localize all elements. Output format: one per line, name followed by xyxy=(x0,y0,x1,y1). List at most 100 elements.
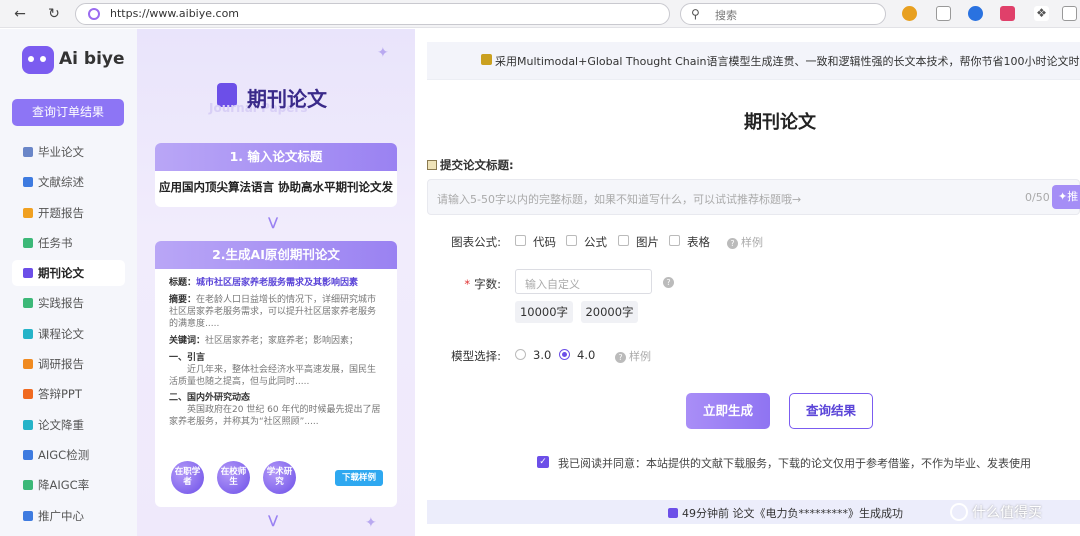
sidebar-item-label: 开题报告 xyxy=(38,205,84,220)
promote-icon xyxy=(23,510,33,521)
agree-text: 我已阅读并同意：本站提供的文献下载服务，下载的论文仅用于参考借鉴，不作为毕业、发… xyxy=(558,457,1031,470)
word-chip-20000[interactable]: 20000字 xyxy=(581,301,638,323)
model-3-radio[interactable] xyxy=(515,349,526,360)
step2-card: 2.生成AI原创期刊论文 标题：城市社区居家养老服务需求及其影响因素 摘要：在老… xyxy=(155,241,397,507)
sidebar-item-label: 实践报告 xyxy=(38,296,84,311)
step1-title: 1. 输入论文标题 xyxy=(155,143,397,171)
sidebar-item-0[interactable]: 毕业论文 xyxy=(12,139,125,165)
word-chip-10000[interactable]: 10000字 xyxy=(515,301,573,323)
step2-title: 2.生成AI原创期刊论文 xyxy=(155,241,397,269)
extension-icon[interactable] xyxy=(902,6,917,21)
page-title: 期刊论文 xyxy=(744,112,816,133)
puzzle-icon[interactable]: ❖ xyxy=(1034,6,1049,21)
sample-section-1: 一、引言 xyxy=(169,353,206,363)
query-result-button[interactable]: 查询结果 xyxy=(789,393,873,429)
chart-formula-label: 图表公式: xyxy=(451,235,501,249)
sidebar-item-5[interactable]: 实践报告 xyxy=(12,290,125,316)
query-order-button[interactable]: 查询订单结果 xyxy=(12,99,124,126)
sidebar-item-3[interactable]: 任务书 xyxy=(12,230,125,256)
title-label-text: 提交论文标题: xyxy=(440,158,514,172)
image-checkbox[interactable] xyxy=(618,235,629,246)
generate-button[interactable]: 立即生成 xyxy=(686,393,770,429)
recommend-title-button[interactable]: ✦推 xyxy=(1052,185,1080,209)
tabs-icon[interactable] xyxy=(1062,6,1077,21)
sidebar-item-11[interactable]: 降AIGC率 xyxy=(12,472,125,498)
formula-checkbox[interactable] xyxy=(566,235,577,246)
chevron-down-icon: ⋁ xyxy=(268,215,279,229)
step1-card: 1. 输入论文标题 应用国内顶尖算法语言 协助高水平期刊论文发表 xyxy=(155,143,397,207)
sidebar-item-4[interactable]: 期刊论文 xyxy=(12,260,125,287)
megaphone-icon xyxy=(481,54,492,65)
watermark: 什么值得买 xyxy=(950,502,1042,522)
sidebar-item-label: 降AIGC率 xyxy=(38,478,90,493)
logo-text: Ai biye xyxy=(59,49,125,69)
sidebar-item-9[interactable]: 论文降重 xyxy=(12,412,125,438)
chart-example-link[interactable]: ? 样例 xyxy=(727,234,763,250)
bubble-scholars: 在职学者 xyxy=(171,461,204,494)
sidebar-item-label: 论文降重 xyxy=(38,417,84,432)
ticker-text: 49分钟前 论文《电力负*********》生成成功 xyxy=(682,507,903,520)
model-3-label: 3.0 xyxy=(533,348,552,362)
code-checkbox[interactable] xyxy=(515,235,526,246)
sidebar-item-1[interactable]: 文献综述 xyxy=(12,169,125,195)
promo-banner: Journal Papers 期刊论文 xyxy=(209,81,337,115)
sidebar-item-label: 答辩PPT xyxy=(38,387,82,402)
help-icon-3: ? xyxy=(615,352,626,363)
sample-abstract-key: 摘要： xyxy=(169,295,197,305)
banner-title: 期刊论文 xyxy=(247,87,327,111)
help-icon-2: ? xyxy=(663,277,674,288)
search-placeholder: 搜索 xyxy=(715,9,737,22)
promo-panel: ✦ Journal Papers 期刊论文 1. 输入论文标题 应用国内顶尖算法… xyxy=(137,29,415,536)
sidebar-item-8[interactable]: 答辩PPT xyxy=(12,381,125,407)
sparkle-icon-2: ✦ xyxy=(365,515,377,531)
word-count-input[interactable]: 输入自定义 xyxy=(515,269,652,294)
sidebar: Ai biye 查询订单结果 毕业论文文献综述开题报告任务书期刊论文实践报告课程… xyxy=(0,29,137,536)
journal-icon xyxy=(23,268,33,279)
graduation-cap-icon xyxy=(23,147,33,157)
refresh-icon[interactable]: ↻ xyxy=(44,4,64,24)
agree-checkbox[interactable]: ✓ xyxy=(537,456,549,468)
page-icon[interactable] xyxy=(936,6,951,21)
notice-text: 采用Multimodal+Global Thought Chain语言模型生成连… xyxy=(495,55,1080,68)
aigc-detect-icon xyxy=(23,449,33,460)
sidebar-item-7[interactable]: 调研报告 xyxy=(12,351,125,377)
formula-label: 公式 xyxy=(584,235,607,249)
model-example-link[interactable]: ? 样例 xyxy=(615,348,651,364)
chart-example-text: 样例 xyxy=(741,236,763,249)
model-label: 模型选择: xyxy=(451,349,501,363)
ppt-icon xyxy=(23,389,33,400)
title-input[interactable]: 请输入5-50字以内的完整标题，如果不知道写什么，可以试试推荐标题哦→ 0/50… xyxy=(427,179,1080,215)
sidebar-item-2[interactable]: 开题报告 xyxy=(12,200,125,226)
image-label: 图片 xyxy=(636,235,659,249)
sidebar-item-label: 调研报告 xyxy=(38,357,84,372)
extension-icon-2[interactable] xyxy=(1000,6,1015,21)
sample-abstract: 在老龄人口日益增长的情况下，详细研究城市社区居家养老服务需求，可以提升社区居家养… xyxy=(169,295,377,329)
help-icon: ? xyxy=(727,238,738,249)
address-bar[interactable]: https://www.aibiye.com xyxy=(75,3,670,25)
app-icon[interactable] xyxy=(968,6,983,21)
sample-keywords: 社区居家养老；家庭养老；影响因素； xyxy=(205,336,359,346)
download-sample-button[interactable]: 下载样例 xyxy=(335,470,383,486)
model-4-radio[interactable] xyxy=(559,349,570,360)
sample-section-2: 二、国内外研究动态 xyxy=(169,393,251,403)
speaker-icon xyxy=(668,508,678,518)
table-checkbox[interactable] xyxy=(669,235,680,246)
back-icon[interactable]: ← xyxy=(10,4,30,24)
sidebar-item-label: 课程论文 xyxy=(38,326,84,341)
aigc-reduce-icon xyxy=(23,480,33,491)
main-form: 采用Multimodal+Global Thought Chain语言模型生成连… xyxy=(415,29,1080,536)
sample-keywords-key: 关键词： xyxy=(169,336,206,346)
report-icon xyxy=(23,298,33,309)
sidebar-item-10[interactable]: AIGC检测 xyxy=(12,442,125,468)
browser-search-input[interactable]: ⚲ 搜索 xyxy=(680,3,886,25)
sidebar-item-label: 毕业论文 xyxy=(38,145,84,159)
title-field-label: 提交论文标题: xyxy=(427,157,514,173)
sidebar-item-label: 任务书 xyxy=(38,235,73,250)
browser-toolbar: ← ↻ https://www.aibiye.com ⚲ 搜索 ❖ xyxy=(0,0,1080,28)
logo-mark-icon xyxy=(22,46,54,74)
word-count-help-icon[interactable]: ? xyxy=(663,275,677,288)
sidebar-item-6[interactable]: 课程论文 xyxy=(12,321,125,347)
sidebar-item-12[interactable]: 推广中心 xyxy=(12,503,125,529)
notice-bar: 采用Multimodal+Global Thought Chain语言模型生成连… xyxy=(427,42,1080,80)
sidebar-item-label: 期刊论文 xyxy=(38,266,84,281)
